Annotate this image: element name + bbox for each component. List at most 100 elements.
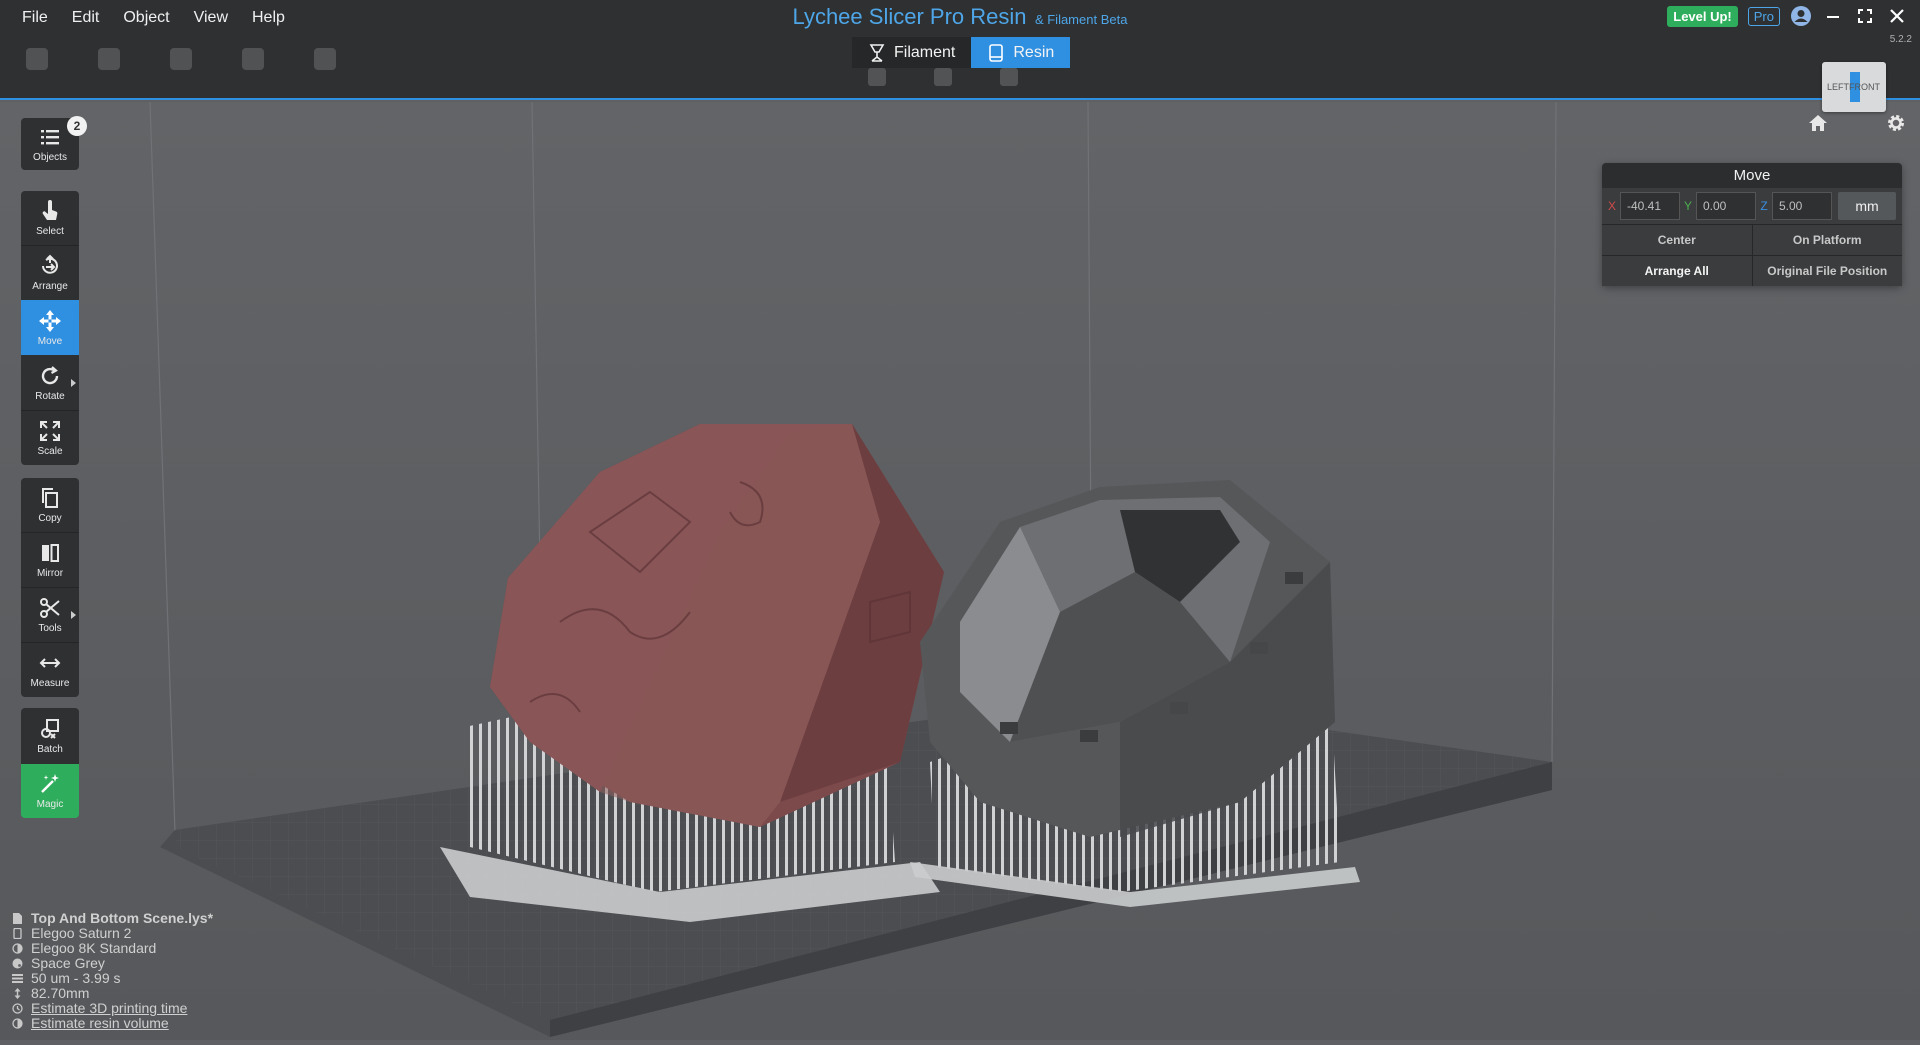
menu-object[interactable]: Object <box>111 0 181 36</box>
mirror-label: Mirror <box>36 568 64 579</box>
select-label: Select <box>36 226 64 237</box>
faded-icon-c <box>1000 68 1018 86</box>
faded-tool-4 <box>230 48 276 74</box>
resin-mode-button[interactable]: Resin <box>971 37 1071 68</box>
faded-tool-5 <box>302 48 348 74</box>
move-panel-title: Move <box>1733 167 1771 184</box>
unit-toggle-button[interactable]: mm <box>1838 192 1896 220</box>
list-icon <box>41 130 59 145</box>
info-layer-row: 50 um - 3.99 s <box>12 971 213 986</box>
move-coordinates: X Y Z mm <box>1602 188 1902 224</box>
level-up-button[interactable]: Level Up! <box>1667 5 1738 27</box>
arrange-tool-button[interactable]: Arrange <box>21 245 79 300</box>
resin-mode-label: Resin <box>1013 43 1055 61</box>
filament-mode-label: Filament <box>894 43 956 61</box>
copy-tool-button[interactable]: Copy <box>21 478 79 532</box>
rotate-label: Rotate <box>35 390 65 402</box>
measure-tool-button[interactable]: Measure <box>21 642 79 697</box>
on-platform-button[interactable]: On Platform <box>1751 225 1902 255</box>
resin-name: Elegoo 8K Standard <box>31 940 157 956</box>
faded-center-icons <box>868 68 1018 86</box>
view-cube[interactable]: LEFT FRONT <box>1822 62 1886 112</box>
center-button[interactable]: Center <box>1602 225 1752 255</box>
mode-switch: Filament Resin <box>852 37 1071 68</box>
printer-icon <box>12 928 23 939</box>
app-title-main: Lychee Slicer Pro Resin <box>792 4 1027 29</box>
faded-tool-2 <box>86 48 132 74</box>
version-label: 5.2.2 <box>1889 34 1912 45</box>
scene-name: Top And Bottom Scene.lys* <box>31 910 214 926</box>
pro-badge[interactable]: Pro <box>1747 6 1780 26</box>
objects-label: Objects <box>33 152 67 163</box>
batch-icon <box>41 719 59 739</box>
menu-file[interactable]: File <box>10 0 60 36</box>
layer-settings: 50 um - 3.99 s <box>31 970 121 986</box>
top-right-controls: Level Up! Pro <box>1667 5 1908 27</box>
batch-tool-button[interactable]: Batch <box>21 708 79 764</box>
palette-icon <box>12 958 23 969</box>
minimize-icon[interactable] <box>1822 5 1844 27</box>
mirror-icon <box>42 544 59 562</box>
volume-icon <box>12 1018 23 1029</box>
move-tool-button[interactable]: Move <box>21 300 79 355</box>
printer-name: Elegoo Saturn 2 <box>31 925 132 941</box>
estimate-volume-link[interactable]: Estimate resin volume <box>31 1016 169 1031</box>
move-panel-row-2: Arrange All Original File Position <box>1602 255 1902 286</box>
objects-button[interactable]: Objects 2 <box>21 116 87 170</box>
scale-label: Scale <box>37 446 63 457</box>
magic-tool-button[interactable]: Magic <box>21 764 79 818</box>
arrange-label: Arrange <box>32 281 68 292</box>
view-cube-left[interactable]: LEFT <box>1827 82 1849 92</box>
objects-count-badge: 2 <box>67 116 87 136</box>
move-label: Move <box>37 335 63 347</box>
y-input[interactable] <box>1696 192 1756 220</box>
move-arrows-icon <box>39 309 61 332</box>
info-time-row: Estimate 3D printing time <box>12 1001 213 1016</box>
info-height-row: 82.70mm <box>12 986 213 1001</box>
layers-icon <box>12 973 23 984</box>
home-view-icon[interactable] <box>1808 114 1828 132</box>
measure-label: Measure <box>30 678 70 689</box>
info-color-row: Space Grey <box>12 956 213 971</box>
magic-label: Magic <box>36 799 64 810</box>
estimate-time-link[interactable]: Estimate 3D printing time <box>31 1001 187 1016</box>
rotate-icon <box>41 365 59 384</box>
magic-wand-icon <box>41 774 59 793</box>
menu-edit[interactable]: Edit <box>60 0 112 36</box>
info-volume-row: Estimate resin volume <box>12 1016 213 1031</box>
menu-view[interactable]: View <box>182 0 240 36</box>
view-cube-front[interactable]: FRONT <box>1849 82 1880 92</box>
info-printer-row: Elegoo Saturn 2 <box>12 926 213 941</box>
original-file-position-button[interactable]: Original File Position <box>1751 256 1902 286</box>
scene-info: Top And Bottom Scene.lys* Elegoo Saturn … <box>12 911 213 1031</box>
scale-expand-icon <box>40 421 60 441</box>
info-scene-row: Top And Bottom Scene.lys* <box>12 911 213 926</box>
faded-file-notice <box>1530 40 1810 84</box>
faded-icon-a <box>868 68 886 86</box>
account-icon[interactable] <box>1790 5 1812 27</box>
close-icon[interactable] <box>1886 5 1908 27</box>
resin-color: Space Grey <box>31 955 105 971</box>
filament-mode-button[interactable]: Filament <box>852 37 972 68</box>
model-height: 82.70mm <box>31 985 90 1001</box>
z-input[interactable] <box>1772 192 1832 220</box>
x-axis-label: X <box>1607 199 1616 213</box>
filament-icon <box>869 43 885 62</box>
mirror-tool-button[interactable]: Mirror <box>21 532 79 587</box>
top-bar: File Edit Object View Help Lychee Slicer… <box>0 0 1920 100</box>
tools-submenu-arrow[interactable] <box>71 611 76 619</box>
app-title-sub: & Filament Beta <box>1034 12 1128 27</box>
maximize-icon[interactable] <box>1854 5 1876 27</box>
tools-button[interactable]: Tools <box>21 587 79 642</box>
select-tool-button[interactable]: Select <box>21 191 79 245</box>
resin-printer-icon <box>989 43 1004 62</box>
settings-gear-icon[interactable] <box>1886 113 1906 133</box>
tools-label: Tools <box>38 623 62 634</box>
rotate-submenu-arrow[interactable] <box>71 378 76 387</box>
arrange-all-button[interactable]: Arrange All <box>1602 256 1752 286</box>
faded-tool-3 <box>158 48 204 74</box>
x-input[interactable] <box>1620 192 1680 220</box>
rotate-tool-button[interactable]: Rotate <box>21 355 79 410</box>
menu-help[interactable]: Help <box>240 0 297 36</box>
scale-tool-button[interactable]: Scale <box>21 410 79 465</box>
